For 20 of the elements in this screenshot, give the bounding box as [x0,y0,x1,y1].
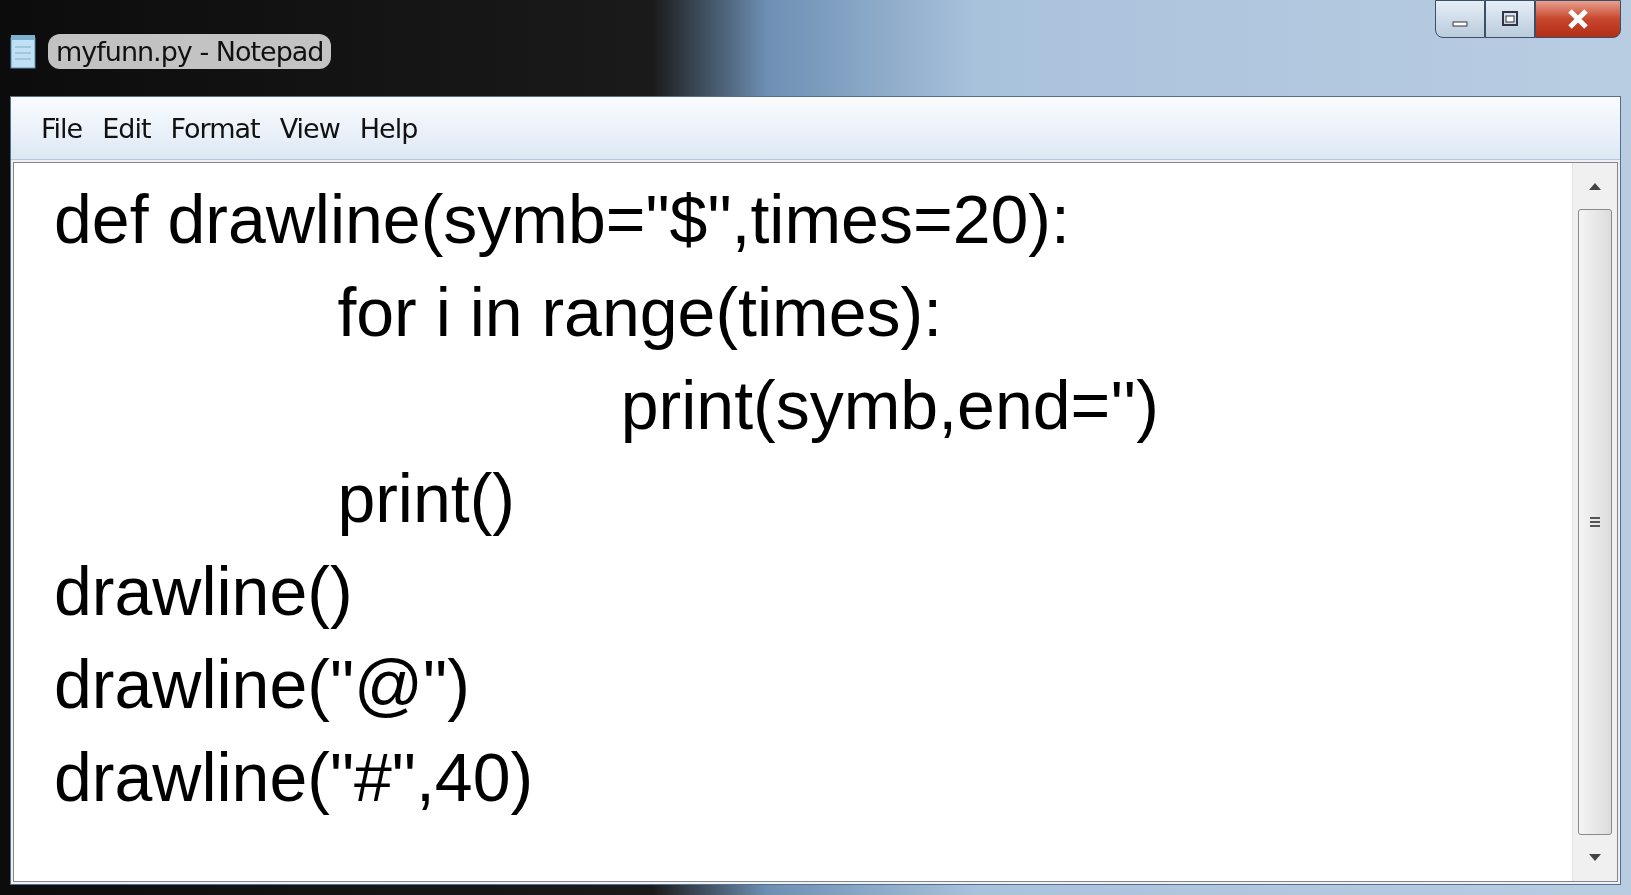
minimize-icon [1452,21,1468,27]
menu-item[interactable]: Edit [102,112,151,144]
window-title: myfunn.py - Notepad [48,34,332,69]
scroll-up-icon[interactable] [1588,181,1602,191]
text-editor[interactable]: def drawline(symb="$",times=20): for i in range(times): print(symb,end='') print() drawline() drawline("@") drawline("#",40) [13,162,1618,882]
scrollbar-thumb[interactable] [1578,209,1612,835]
close-button[interactable] [1535,0,1621,38]
notepad-icon [10,34,36,69]
menu-item[interactable]: File [41,112,83,144]
scroll-down-icon[interactable] [1588,853,1602,863]
maximize-button[interactable] [1485,0,1535,38]
menu-item[interactable]: Format [170,112,260,144]
minimize-button[interactable] [1435,0,1485,38]
close-icon [1565,8,1591,30]
menu-item[interactable]: View [279,112,340,144]
code-text: def drawline(symb="$",times=20): for i in range(times): print(symb,end='') print() drawline() drawline("@") drawline("#",40) [53,180,1160,817]
menu-item[interactable]: Help [359,112,418,144]
vertical-scrollbar[interactable] [1572,163,1617,881]
grip-icon [1589,516,1601,528]
maximize-icon [1500,9,1520,29]
